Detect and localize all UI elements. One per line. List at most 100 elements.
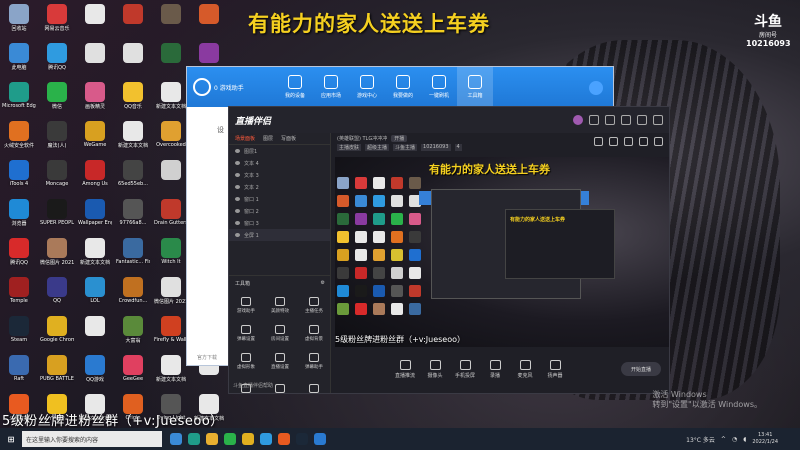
eye-icon[interactable] [235, 149, 240, 153]
desktop-icon[interactable]: Temple [2, 275, 36, 314]
desktop-icon[interactable]: 65ed55eb... [116, 158, 150, 197]
desktop-icon[interactable]: 腾讯QQ [2, 236, 36, 275]
desktop-icon[interactable]: 微信图片 2021093... [40, 236, 74, 275]
desktop-icon[interactable]: 腾讯QQ [40, 41, 74, 80]
folder-icon[interactable] [206, 433, 218, 445]
desktop-icon[interactable]: QQ [40, 275, 74, 314]
desktop-icon[interactable]: 魔法(人) [40, 119, 74, 158]
tool-button[interactable]: 游戏助手 [229, 291, 263, 319]
layer-item[interactable]: 文本 4 [229, 157, 330, 169]
control-camera[interactable]: 摄像头 [423, 359, 447, 379]
wechat-icon[interactable] [224, 433, 236, 445]
tool-button[interactable]: 虚拟形象 [229, 347, 263, 375]
desktop-icon[interactable]: Drain Gutters... [154, 197, 188, 236]
camera-icon[interactable] [624, 137, 633, 146]
taskbar-search-input[interactable]: 在这里输入你要搜索的内容 [22, 431, 162, 447]
tool-button[interactable] [297, 375, 331, 403]
desktop-icon[interactable]: 微信 [40, 80, 74, 119]
eye-icon[interactable] [235, 197, 240, 201]
settings-icon[interactable] [589, 115, 599, 125]
task-view-icon[interactable] [170, 433, 182, 445]
go-live-button[interactable]: 开始直播 [621, 362, 661, 376]
share-icon[interactable] [609, 137, 618, 146]
desktop-icon[interactable] [154, 2, 188, 41]
desktop-icon[interactable]: PUBG BATTLEGR... [40, 353, 74, 392]
skin-icon[interactable] [605, 115, 615, 125]
tab-toolbox[interactable]: 工具箱 [457, 67, 493, 107]
layer-item[interactable]: 全屏 1 [229, 229, 330, 241]
desktop-icon[interactable] [116, 41, 150, 80]
desktop-icon[interactable]: 回收站 [2, 2, 36, 41]
layer-item[interactable]: 图层1 [229, 145, 330, 157]
steam-icon[interactable] [296, 433, 308, 445]
desktop-icon[interactable] [154, 158, 188, 197]
desktop-icon[interactable]: Crowdfun... [116, 275, 150, 314]
desktop-icon[interactable]: iTools 4 [2, 158, 36, 197]
desktop-icon[interactable]: 新建文本文档 [154, 353, 188, 392]
start-button[interactable]: ⊞ [0, 428, 22, 450]
tool-button[interactable]: 房间设置 [263, 319, 297, 347]
mic-icon[interactable] [589, 81, 603, 95]
clock[interactable]: 13:41 2022/1/24 [752, 432, 778, 446]
desktop-icon[interactable]: WeGame [78, 119, 112, 158]
desktop-icon[interactable]: 火绒安全软件 [2, 119, 36, 158]
chevron-up-icon[interactable]: ^ [721, 436, 726, 443]
avatar[interactable] [573, 115, 583, 125]
tool-button[interactable] [229, 375, 263, 403]
desktop-icon[interactable]: 新建文本文档 [78, 236, 112, 275]
eye-icon[interactable] [235, 161, 240, 165]
tab-app-market[interactable]: 应用市场 [313, 75, 349, 99]
layer-item[interactable]: 窗口 1 [229, 193, 330, 205]
desktop-icon[interactable]: 微信图片 2021... [154, 275, 188, 314]
gift-icon[interactable] [594, 137, 603, 146]
desktop-icon[interactable]: 浏览器 [2, 197, 36, 236]
assistant-icon[interactable] [314, 433, 326, 445]
desktop-icon[interactable]: 新建文本文档 [116, 119, 150, 158]
tab-scene[interactable]: 场景面板 [235, 135, 255, 142]
desktop-icon[interactable]: SUPER PEOPLE CBT [40, 197, 74, 236]
tool-button[interactable] [263, 375, 297, 403]
menu-icon[interactable] [621, 115, 631, 125]
desktop-icon[interactable]: Wallpaper Engine [78, 197, 112, 236]
tool-button[interactable]: 弹幕设置 [229, 319, 263, 347]
tab-game-center[interactable]: 游戏中心 [349, 75, 385, 99]
weather-widget[interactable]: 13°C 多云 [686, 435, 715, 444]
tool-button[interactable]: 主播任务 [297, 291, 331, 319]
toolbox-gear-icon[interactable]: ⚙ [321, 280, 325, 287]
eye-icon[interactable] [235, 209, 240, 213]
qq-icon[interactable] [260, 433, 272, 445]
desktop-icon[interactable]: 新建文本文档 [154, 80, 188, 119]
control-phone[interactable]: 手机投屏 [453, 359, 477, 379]
desktop-icon[interactable]: LOL [78, 275, 112, 314]
tool-button[interactable]: 美颜特效 [263, 291, 297, 319]
chrome-icon[interactable] [242, 433, 254, 445]
douyu-icon[interactable] [278, 433, 290, 445]
control-mic[interactable]: 麦克风 [513, 359, 537, 379]
desktop-icon[interactable] [78, 2, 112, 41]
tab-my-device[interactable]: 我的设备 [277, 75, 313, 99]
desktop-icon[interactable] [192, 2, 226, 41]
layer-item[interactable]: 窗口 2 [229, 205, 330, 217]
minimize-icon[interactable] [637, 115, 647, 125]
desktop-icon[interactable]: Witch It [154, 236, 188, 275]
desktop-icon[interactable]: 大富翁 [116, 314, 150, 353]
desktop-icon[interactable]: 此电脑 [2, 41, 36, 80]
desktop-icon[interactable]: Among Us [78, 158, 112, 197]
chart-icon[interactable] [639, 137, 648, 146]
desktop-icon[interactable] [78, 41, 112, 80]
desktop-icon[interactable]: Google Chrome [40, 314, 74, 353]
eye-icon[interactable] [235, 233, 240, 237]
more-icon[interactable] [654, 137, 663, 146]
eye-icon[interactable] [235, 185, 240, 189]
help-link[interactable]: 斗鱼直播伴侣帮助 [233, 382, 273, 389]
layer-item[interactable]: 文本 3 [229, 169, 330, 181]
desktop-icon[interactable]: Steam [2, 314, 36, 353]
desktop-icon[interactable]: 画板精灵 [78, 80, 112, 119]
assistant-footer-link[interactable]: 官方下载 [197, 354, 217, 361]
tab-todo[interactable]: 我要做的 [385, 75, 421, 99]
tool-button[interactable]: 弹幕助手 [297, 347, 331, 375]
desktop-icon[interactable]: QQ音乐 [116, 80, 150, 119]
desktop-icon[interactable]: QQ游戏 [78, 353, 112, 392]
tab-flash[interactable]: 一键刷机 [421, 75, 457, 99]
desktop-icon[interactable]: 网易云音乐 [40, 2, 74, 41]
